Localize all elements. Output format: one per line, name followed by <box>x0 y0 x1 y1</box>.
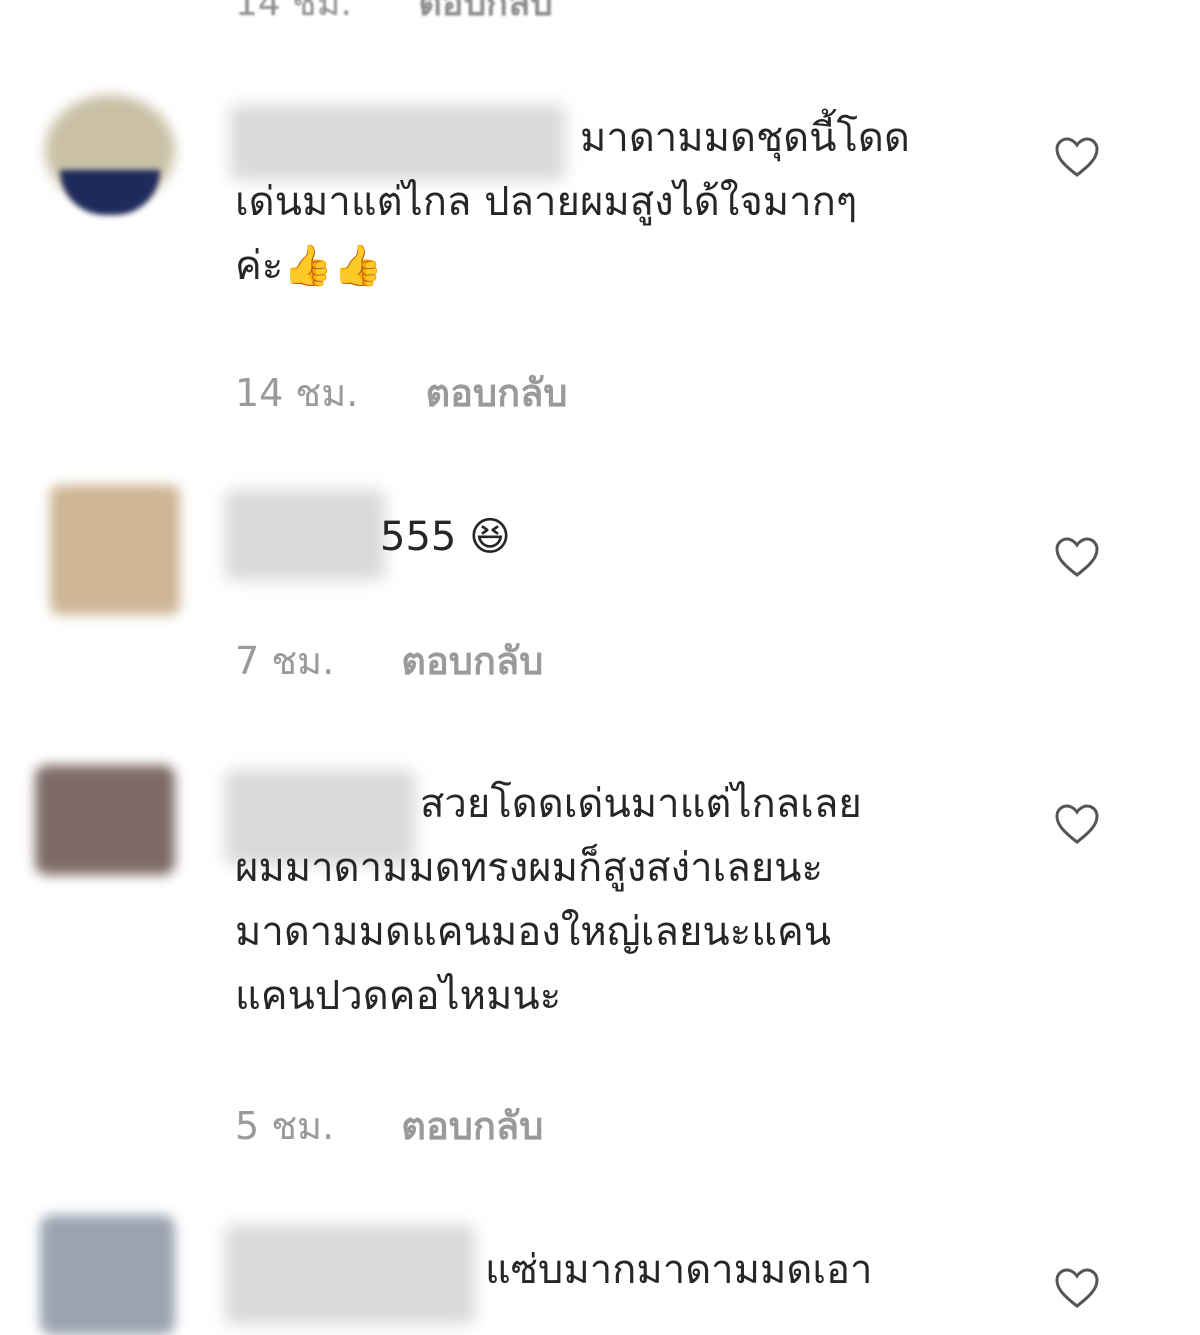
comment-time: 5 ชม. <box>235 1104 335 1148</box>
reply-link[interactable]: ตอบกลับ <box>401 639 543 683</box>
comment-text: แซ่บมากมาดามมดเอา <box>485 1247 873 1293</box>
comment-meta: 7 ชม. ตอบกลับ <box>235 630 543 691</box>
username-blurred[interactable] <box>225 490 385 580</box>
heart-icon[interactable] <box>1054 536 1100 578</box>
avatar[interactable] <box>50 485 180 615</box>
heart-icon[interactable] <box>1054 136 1100 178</box>
comment-time: 14 ชม. <box>235 371 359 415</box>
avatar[interactable] <box>40 1215 175 1335</box>
comment-meta: 5 ชม. ตอบกลับ <box>235 1095 543 1156</box>
avatar[interactable] <box>35 765 175 875</box>
heart-icon[interactable] <box>1054 1267 1100 1309</box>
comment-text: มาดามมดชุดนี้โดด เด่นมาแต่ไกล ปลายผมสูงไ… <box>235 115 910 289</box>
comment-time: 7 ชม. <box>235 639 335 683</box>
heart-icon[interactable] <box>1054 803 1100 845</box>
comment-text: 555 😆 <box>380 514 511 560</box>
comment-time: 14 ชม. <box>235 0 352 24</box>
avatar-shirt <box>60 170 160 215</box>
username-blurred[interactable] <box>225 1225 475 1324</box>
comment-meta: 14 ชม. ตอบกลับ <box>235 362 568 423</box>
comment-text: สวยโดดเด่นมาแต่ไกลเลย ผมมาดามมดทรงผมก็สู… <box>235 781 862 1019</box>
reply-link[interactable]: ตอบกลับ <box>418 0 553 24</box>
top-partial-meta: 14 ชม. ตอบกลับ <box>235 0 553 31</box>
reply-link[interactable]: ตอบกลับ <box>425 371 567 415</box>
reply-link[interactable]: ตอบกลับ <box>401 1104 543 1148</box>
